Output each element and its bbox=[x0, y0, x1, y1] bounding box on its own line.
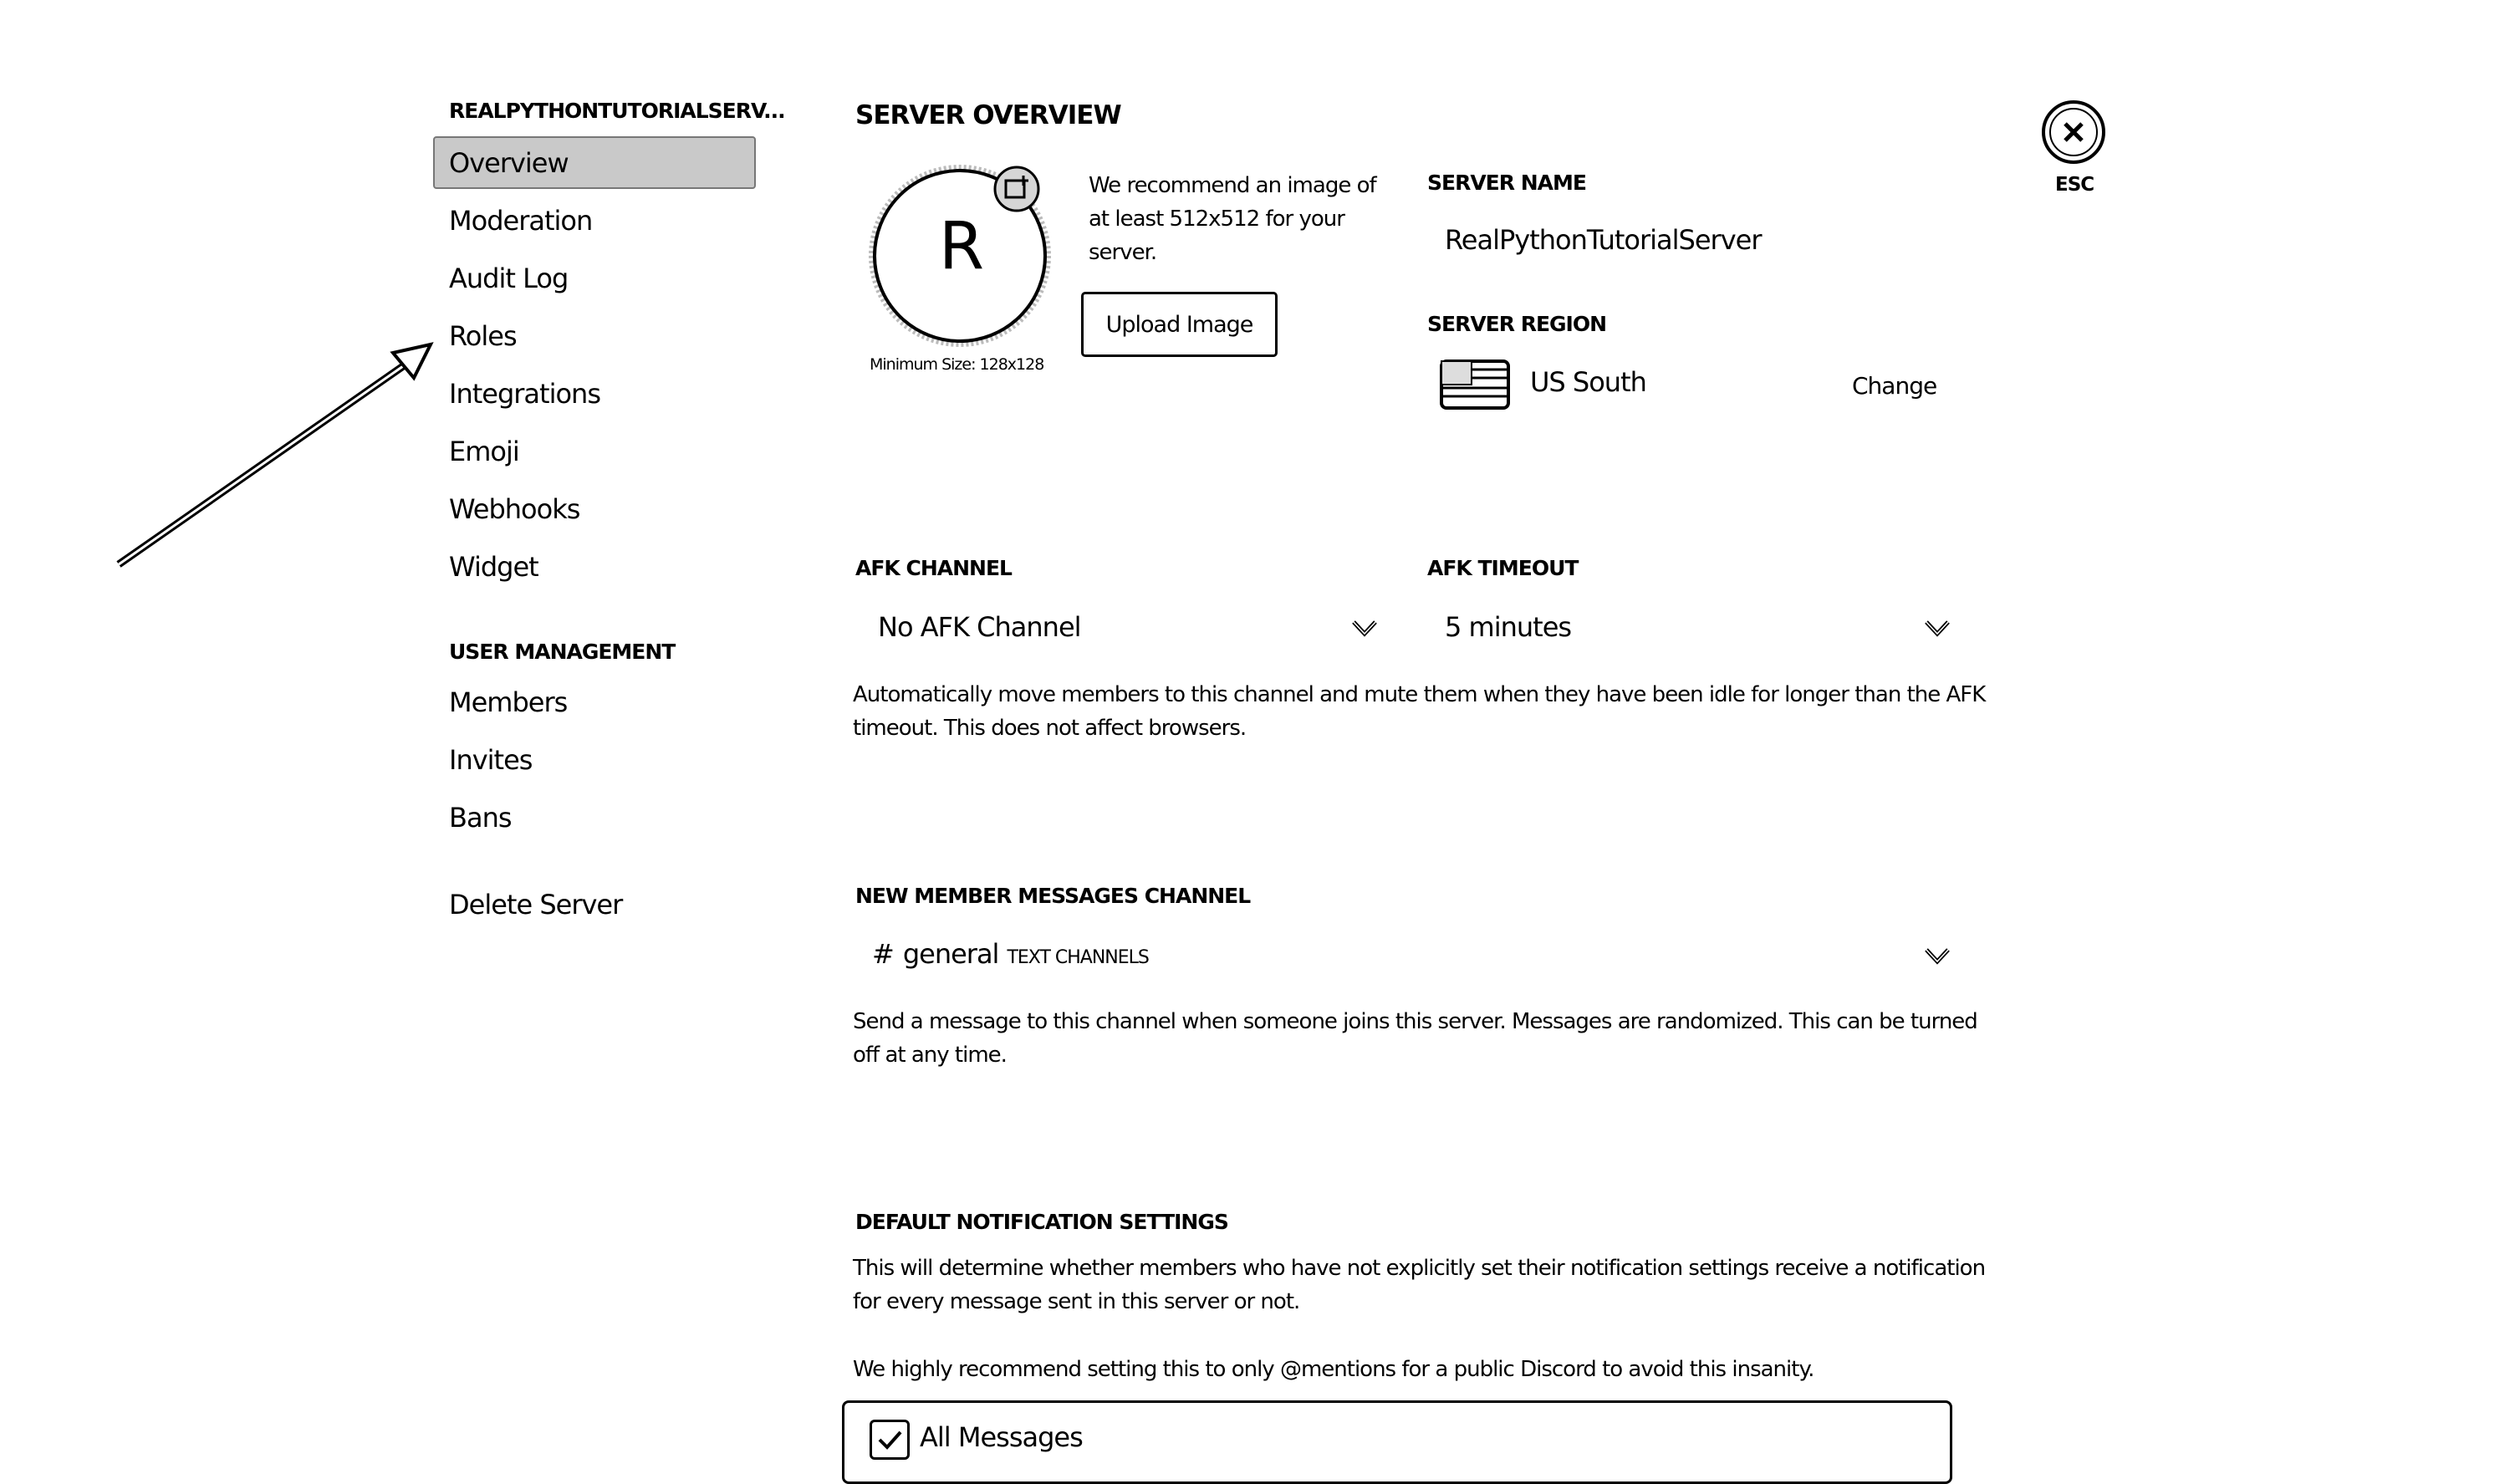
add-image-button[interactable] bbox=[993, 166, 1040, 212]
sidebar-item-widget[interactable]: Widget bbox=[449, 545, 539, 589]
notification-settings-label: DEFAULT NOTIFICATION SETTINGS bbox=[855, 1210, 1229, 1234]
hash-icon: # bbox=[872, 938, 895, 970]
sidebar-item-emoji[interactable]: Emoji bbox=[449, 430, 520, 473]
new-member-description-line-1: Send a message to this channel when some… bbox=[853, 1009, 1978, 1034]
checkbox[interactable] bbox=[870, 1420, 910, 1460]
server-name-input[interactable]: RealPythonTutorialServer bbox=[1445, 224, 1946, 256]
notification-recommendation: We highly recommend setting this to only… bbox=[853, 1357, 1814, 1382]
afk-channel-label: AFK CHANNEL bbox=[855, 556, 1013, 580]
sidebar-item-webhooks[interactable]: Webhooks bbox=[449, 487, 580, 531]
chevron-down-icon[interactable] bbox=[1350, 617, 1379, 639]
afk-timeout-select[interactable]: 5 minutes bbox=[1445, 611, 1572, 643]
sidebar-item-bans[interactable]: Bans bbox=[449, 796, 513, 839]
server-region-value: US South bbox=[1530, 366, 1647, 398]
us-flag-icon bbox=[1440, 360, 1510, 410]
channel-category: TEXT CHANNELS bbox=[1007, 947, 1149, 968]
sidebar-item-integrations[interactable]: Integrations bbox=[449, 372, 601, 416]
sidebar-server-header: REALPYTHONTUTORIALSERV... bbox=[449, 99, 786, 123]
notification-description-line-1: This will determine whether members who … bbox=[853, 1256, 1986, 1281]
new-member-channel-select[interactable]: # general TEXT CHANNELS bbox=[872, 938, 1150, 970]
all-messages-label: All Messages bbox=[920, 1421, 1084, 1453]
sidebar-user-management-header: USER MANAGEMENT bbox=[449, 640, 676, 664]
afk-description-line-1: Automatically move members to this chann… bbox=[853, 682, 1986, 707]
checkmark-icon bbox=[878, 1430, 902, 1450]
sidebar-item-roles[interactable]: Roles bbox=[449, 314, 518, 358]
new-member-channel-label: NEW MEMBER MESSAGES CHANNEL bbox=[855, 884, 1251, 908]
notification-description-line-2: for every message sent in this server or… bbox=[853, 1289, 1300, 1314]
channel-name: general bbox=[902, 938, 1000, 970]
upload-image-button[interactable]: Upload Image bbox=[1081, 292, 1278, 357]
change-region-button[interactable]: Change bbox=[1852, 372, 1937, 400]
close-icon bbox=[2042, 100, 2105, 164]
chevron-down-icon[interactable] bbox=[1923, 945, 1951, 966]
sidebar-item-members[interactable]: Members bbox=[449, 681, 568, 724]
upload-image-label: Upload Image bbox=[1105, 311, 1254, 338]
new-member-description-line-2: off at any time. bbox=[853, 1043, 1008, 1068]
sidebar-item-audit-log[interactable]: Audit Log bbox=[449, 257, 569, 300]
close-label: ESC bbox=[2055, 174, 2094, 196]
server-region-label: SERVER REGION bbox=[1427, 312, 1607, 336]
image-recommend-line-3: server. bbox=[1089, 240, 1157, 265]
page-title: SERVER OVERVIEW bbox=[855, 100, 1122, 130]
afk-channel-select[interactable]: No AFK Channel bbox=[878, 611, 1082, 643]
server-icon-letter: R bbox=[938, 209, 985, 284]
all-messages-option[interactable]: All Messages bbox=[842, 1400, 1952, 1484]
image-recommend-line-2: at least 512x512 for your bbox=[1089, 207, 1345, 232]
sidebar-item-moderation[interactable]: Moderation bbox=[449, 199, 593, 242]
min-size-note: Minimum Size: 128x128 bbox=[870, 355, 1044, 374]
add-image-icon bbox=[993, 166, 1040, 212]
sidebar-item-invites[interactable]: Invites bbox=[449, 738, 533, 782]
sidebar: REALPYTHONTUTORIALSERV... Overview Moder… bbox=[0, 0, 819, 1479]
image-recommend-line-1: We recommend an image of bbox=[1089, 173, 1377, 198]
chevron-down-icon[interactable] bbox=[1923, 617, 1951, 639]
close-button[interactable] bbox=[2040, 99, 2107, 166]
afk-description-line-2: timeout. This does not affect browsers. bbox=[853, 716, 1247, 741]
server-name-label: SERVER NAME bbox=[1427, 171, 1587, 195]
afk-timeout-label: AFK TIMEOUT bbox=[1427, 556, 1579, 580]
sidebar-item-overview[interactable]: Overview bbox=[449, 141, 569, 185]
sidebar-item-delete-server[interactable]: Delete Server bbox=[449, 883, 623, 926]
